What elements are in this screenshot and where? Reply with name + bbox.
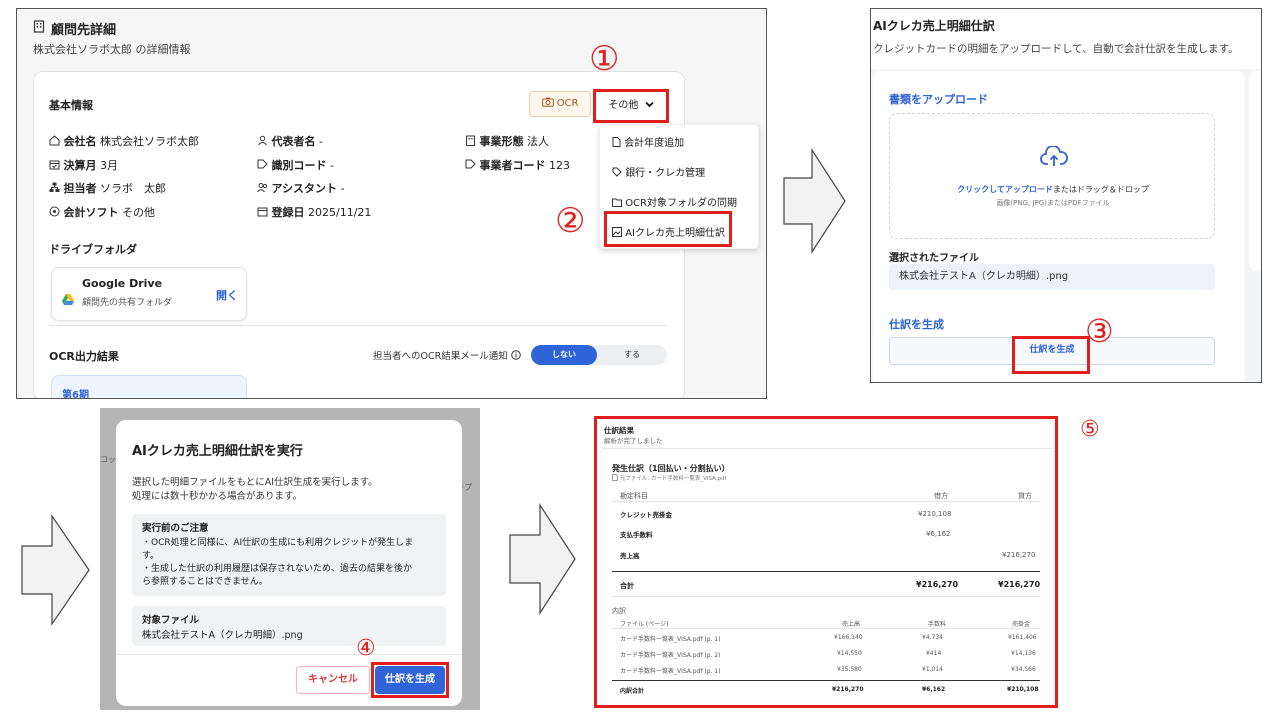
camera-icon	[541, 97, 557, 109]
background-text: コッ	[100, 455, 116, 464]
arrow-right-icon	[509, 503, 576, 615]
google-drive-icon	[62, 290, 74, 309]
target-file-box: 対象ファイル 株式会社テストA（クレカ明細）.png	[132, 606, 446, 646]
panel2-subtitle: クレジットカードの明細をアップロードして、自動で会計仕訳を生成します。	[873, 43, 1239, 55]
ocr-results-heading: OCR出力結果	[49, 350, 119, 363]
ai-card-journal-panel: AIクレカ売上明細仕訳 クレジットカードの明細をアップロードして、自動で会計仕訳…	[870, 8, 1262, 383]
folder-icon	[612, 198, 622, 209]
caution-title: 実行前のご注意	[142, 523, 209, 534]
confirm-dialog-panel: コッ ップ AIクレカ売上明細仕訳を実行 選択した明細ファイルをもとにAI仕訳生…	[100, 408, 480, 710]
field-fiscal-month: 決算月 3月	[49, 157, 118, 173]
upload-heading: 書類をアップロード	[889, 93, 988, 106]
step-5-marker: ⑤	[1080, 417, 1100, 442]
cancel-button[interactable]: キャンセル	[296, 666, 370, 694]
basic-info-heading: 基本情報	[49, 99, 93, 112]
cloud-upload-icon	[1040, 145, 1068, 172]
disc-icon	[49, 206, 60, 219]
modal-desc-1: 選択した明細ファイルをもとにAI仕訳生成を実行します。	[132, 477, 378, 488]
highlight-box-3	[1012, 336, 1090, 374]
page-title: 顧問先詳細	[51, 23, 117, 38]
confirm-modal: AIクレカ売上明細仕訳を実行 選択した明細ファイルをもとにAI仕訳生成を実行しま…	[116, 420, 462, 706]
highlight-box-1	[593, 89, 669, 123]
field-registered-date: 登録日 2025/11/21	[257, 204, 371, 220]
divider	[49, 325, 667, 326]
selected-file-name: 株式会社テストA（クレカ明細）.png	[889, 264, 1215, 290]
toggle-off-option[interactable]: しない	[531, 345, 597, 365]
field-business-code: 事業者コード 123	[465, 157, 570, 173]
drive-title: Google Drive	[82, 277, 163, 290]
field-id-code: 識別コード -	[257, 157, 334, 173]
menu-item-add-fiscal-year[interactable]: 会計年度追加	[612, 134, 684, 149]
ocr-button-label: OCR	[556, 98, 579, 109]
info-icon	[510, 350, 521, 362]
selected-file-heading: 選択されたファイル	[889, 253, 979, 264]
client-detail-panel: 顧問先詳細 株式会社ソラボ太郎 の詳細情報 基本情報 OCR その他 ① 会社名…	[16, 8, 767, 399]
generate-heading: 仕訳を生成	[889, 318, 944, 331]
side-card	[1249, 71, 1261, 271]
highlight-box-4	[371, 662, 449, 698]
step-3-marker: ③	[1085, 312, 1114, 350]
menu-item-sync-ocr-folder[interactable]: OCR対象フォルダの同期	[612, 194, 737, 209]
drop-instruction: クリックしてアップロードまたはドラッグ＆ドロップ	[957, 185, 1149, 194]
person-icon	[257, 135, 268, 148]
ocr-button[interactable]: OCR	[529, 91, 591, 117]
click-upload-link[interactable]: クリックしてアップロード	[957, 185, 1053, 194]
period-card[interactable]: 第6期	[51, 375, 247, 399]
modal-title: AIクレカ売上明細仕訳を実行	[132, 444, 303, 459]
field-assistant: アシスタント -	[257, 180, 345, 196]
file-dropzone[interactable]: クリックしてアップロードまたはドラッグ＆ドロップ 画像(PNG, JPG)または…	[889, 113, 1215, 239]
step-2-marker: ②	[555, 201, 586, 241]
caution-line-1b: す。	[142, 551, 160, 561]
field-representative: 代表者名 -	[257, 133, 323, 149]
modal-desc-2: 処理には数十秒かかる場合があります。	[132, 491, 303, 502]
caution-line-1: ・OCR処理と同様に、AI仕訳の生成にも利用クレジットが発生しま	[142, 538, 414, 548]
drive-folder-heading: ドライブフォルダ	[49, 243, 137, 256]
caution-box: 実行前のご注意 ・OCR処理と同様に、AI仕訳の生成にも利用クレジットが発生しま…	[132, 514, 446, 596]
caution-line-2: ・生成した仕訳の利用履歴は保存されないため、過去の結果を後か	[142, 564, 413, 574]
field-company: 会社名 株式会社ソラボ太郎	[49, 133, 199, 149]
highlight-box-5	[594, 416, 1058, 708]
step-1-marker: ①	[589, 39, 620, 79]
arrow-right-icon	[783, 148, 846, 254]
org-icon	[49, 182, 60, 195]
target-title: 対象ファイル	[142, 615, 200, 626]
google-drive-card[interactable]: Google Drive 顧問先の共有フォルダ 開く	[51, 267, 247, 321]
tag-icon	[465, 159, 476, 172]
arrow-right-icon	[21, 514, 90, 626]
field-accounting-software: 会計ソフト その他	[49, 204, 155, 220]
tag-icon	[612, 167, 622, 179]
calendar-icon	[49, 159, 60, 172]
menu-item-bank-card[interactable]: 銀行・クレカ管理	[612, 164, 705, 179]
panel2-title: AIクレカ売上明細仕訳	[873, 19, 995, 33]
calendar-icon	[257, 206, 268, 219]
drive-subtitle: 顧問先の共有フォルダ	[82, 298, 173, 308]
toggle-on-option[interactable]: する	[599, 345, 665, 365]
home-icon	[49, 135, 60, 148]
drop-hint: 画像(PNG, JPG)またはPDFファイル	[996, 199, 1110, 207]
target-file: 株式会社テストA（クレカ明細）.png	[142, 630, 303, 641]
document-icon	[612, 137, 621, 149]
notify-toggle[interactable]: しない する	[531, 345, 667, 365]
tag-icon	[257, 159, 268, 172]
people-icon	[257, 182, 268, 195]
period-label: 第6期	[62, 390, 89, 399]
page-subtitle: 株式会社ソラボ太郎 の詳細情報	[33, 43, 191, 56]
building-icon	[465, 135, 476, 148]
notify-label: 担当者へのOCR結果メール通知	[373, 348, 521, 362]
caution-line-2b: ら参照することはできません。	[142, 577, 268, 587]
building-icon	[33, 18, 45, 37]
drive-open-link[interactable]: 開く	[216, 287, 238, 303]
step-4-marker: ④	[356, 636, 376, 661]
highlight-box-2	[604, 211, 732, 247]
field-manager: 担当者 ソラボ 太郎	[49, 180, 166, 196]
field-business-type: 事業形態 法人	[465, 133, 549, 149]
divider	[116, 654, 462, 655]
